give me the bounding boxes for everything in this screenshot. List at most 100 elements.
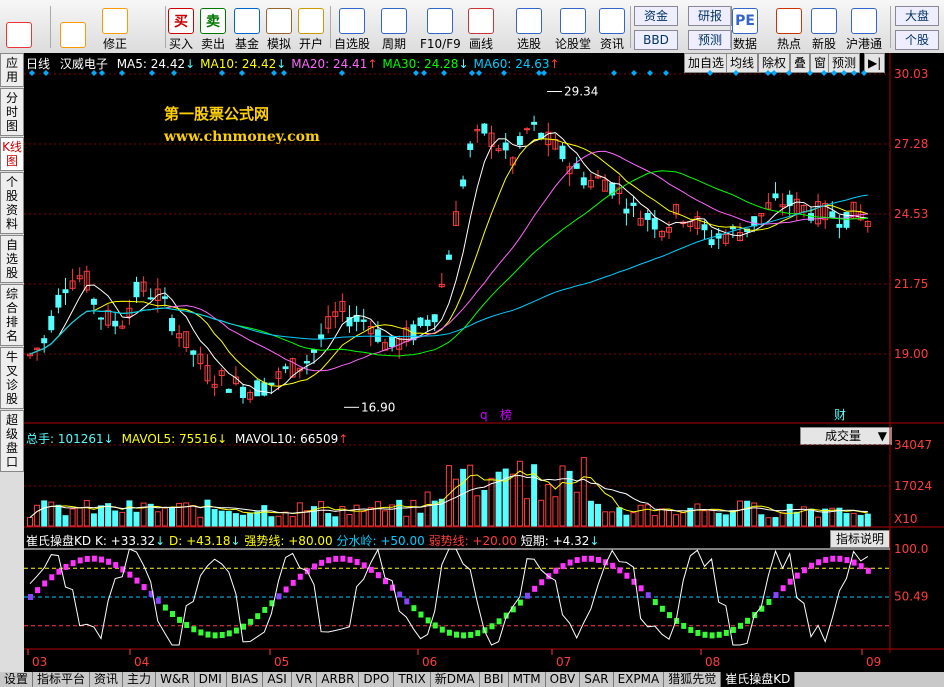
buy-icon: 买 <box>168 8 194 34</box>
基金-button[interactable]: 基金 <box>234 3 260 51</box>
kd-block <box>588 555 594 562</box>
volume-bar <box>637 504 644 527</box>
bottom-tab-10[interactable]: DPO <box>359 672 395 687</box>
volume-bar <box>744 500 751 527</box>
candle-down <box>630 202 637 206</box>
kd-block <box>49 574 55 581</box>
toolbar-button[interactable] <box>60 3 86 51</box>
bottom-tab-11[interactable]: TRIX <box>394 672 431 687</box>
bottom-tab-2[interactable]: 资讯 <box>90 672 124 687</box>
toolbar-button[interactable] <box>6 3 32 51</box>
volume-bar <box>843 513 850 527</box>
volume-bar <box>374 501 381 527</box>
sell-icon: 卖 <box>200 8 226 34</box>
kd-block <box>106 558 112 565</box>
bottom-tab-19[interactable]: 崔氏操盘KD <box>721 672 796 687</box>
选股-button[interactable]: 选股 <box>516 3 542 51</box>
volume-bar <box>211 509 218 527</box>
新股-button[interactable]: 新股 <box>811 3 837 51</box>
volume-bar <box>389 504 396 527</box>
kd-block <box>283 586 289 593</box>
kd-block <box>723 629 729 636</box>
volume-bar <box>708 509 715 527</box>
kd-block <box>177 616 183 623</box>
event-diamond-icon <box>647 70 653 76</box>
kd-block <box>191 626 197 633</box>
kd-block <box>347 556 353 563</box>
kd-block <box>219 631 225 638</box>
bottom-tab-6[interactable]: BIAS <box>227 672 264 687</box>
bottom-tab-8[interactable]: VR <box>292 672 318 687</box>
卖出-button[interactable]: 卖卖出 <box>200 3 226 51</box>
沪港通-button[interactable]: 沪港通 <box>846 3 882 51</box>
candle-down <box>190 350 197 355</box>
画线-button[interactable]: 画线 <box>468 3 494 51</box>
bottom-tab-3[interactable]: 主力 <box>123 672 157 687</box>
模拟-button[interactable]: 模拟 <box>266 3 292 51</box>
volume-bar <box>651 515 658 527</box>
zijin-button[interactable]: 资金 <box>634 6 678 26</box>
kd-block <box>659 605 665 612</box>
sidebar-tab-0[interactable]: 应用 <box>0 53 24 87</box>
买入-button[interactable]: 买买入 <box>168 3 194 51</box>
volume-bar <box>701 510 708 527</box>
bbd-button[interactable]: BBD <box>634 30 678 50</box>
kd-block <box>525 592 530 599</box>
toolbar-label: 卖出 <box>200 37 225 51</box>
event-diamond-icon <box>861 70 867 76</box>
sidebar-tab-1[interactable]: 分时图 <box>0 88 24 136</box>
bottom-tab-5[interactable]: DMI <box>195 672 227 687</box>
热点-button[interactable]: 热点 <box>776 3 802 51</box>
sidebar-tab-6[interactable]: 牛叉诊股 <box>0 347 24 409</box>
kd-block <box>851 559 857 566</box>
candle-down <box>48 315 55 331</box>
bottom-tab-16[interactable]: SAR <box>580 672 614 687</box>
自选股-button[interactable]: 自选股 <box>334 3 370 51</box>
bottom-tab-0[interactable]: 设置 <box>0 672 34 687</box>
周期-button[interactable]: 周期 <box>381 3 407 51</box>
gegu-button[interactable]: 个股 <box>895 30 939 50</box>
bottom-tab-12[interactable]: 新DMA <box>431 672 480 687</box>
candle-down <box>303 361 310 364</box>
sidebar-tab-2[interactable]: K线图 <box>0 137 24 171</box>
marker-q: q <box>480 408 488 422</box>
volume-bar <box>318 501 325 527</box>
volume-bar <box>666 509 672 527</box>
sidebar-tab-7[interactable]: 超级盘口 <box>0 410 24 472</box>
yuce-button[interactable]: 预测 <box>688 30 732 50</box>
开户-button[interactable]: 开户 <box>298 3 324 51</box>
bottom-tab-13[interactable]: BBI <box>480 672 509 687</box>
event-diamond-icon <box>476 70 482 76</box>
kd-block <box>624 572 630 579</box>
volume-bar <box>552 496 559 527</box>
kd-block <box>248 618 254 625</box>
volume-bar <box>218 510 225 527</box>
dapan-button[interactable]: 大盘 <box>895 6 939 26</box>
volume-bar <box>353 504 360 527</box>
bottom-tab-9[interactable]: ARBR <box>317 672 360 687</box>
修正-button[interactable]: 修正 <box>102 3 128 51</box>
bottom-tab-1[interactable]: 指标平台 <box>33 672 91 687</box>
kd-block <box>446 629 452 636</box>
bottom-tab-7[interactable]: ASI <box>263 672 292 687</box>
bottom-tab-17[interactable]: EXPMA <box>614 672 665 687</box>
volume-bar <box>715 512 722 527</box>
bottom-tab-14[interactable]: MTM <box>509 672 546 687</box>
论股堂-button[interactable]: 论股堂 <box>555 3 591 51</box>
candle-down <box>559 145 566 160</box>
bottom-tab-15[interactable]: OBV <box>546 672 581 687</box>
bottom-tab-18[interactable]: 猎狐先觉 <box>664 672 722 687</box>
stock-chart[interactable]: 30.03 27.28 24.53 21.75 19.00 29.34 16.90 q 榜 财 34… <box>24 53 944 672</box>
volume-bar <box>197 516 204 527</box>
资讯-button[interactable]: 资讯 <box>599 3 625 51</box>
sidebar-tab-4[interactable]: 自选股 <box>0 235 24 283</box>
yanbao-button[interactable]: 研报 <box>688 6 732 26</box>
bottom-tab-4[interactable]: W&R <box>156 672 195 687</box>
kd-block <box>77 557 83 564</box>
sidebar-tab-3[interactable]: 个股资料 <box>0 172 24 234</box>
sidebar-tab-5[interactable]: 综合排名 <box>0 284 24 346</box>
数据-button[interactable]: PE 数据 <box>732 3 758 51</box>
x-axis-label: 04 <box>134 655 149 669</box>
F10/F9-button[interactable]: F10/F9 <box>420 3 461 51</box>
kd-block <box>397 591 403 598</box>
